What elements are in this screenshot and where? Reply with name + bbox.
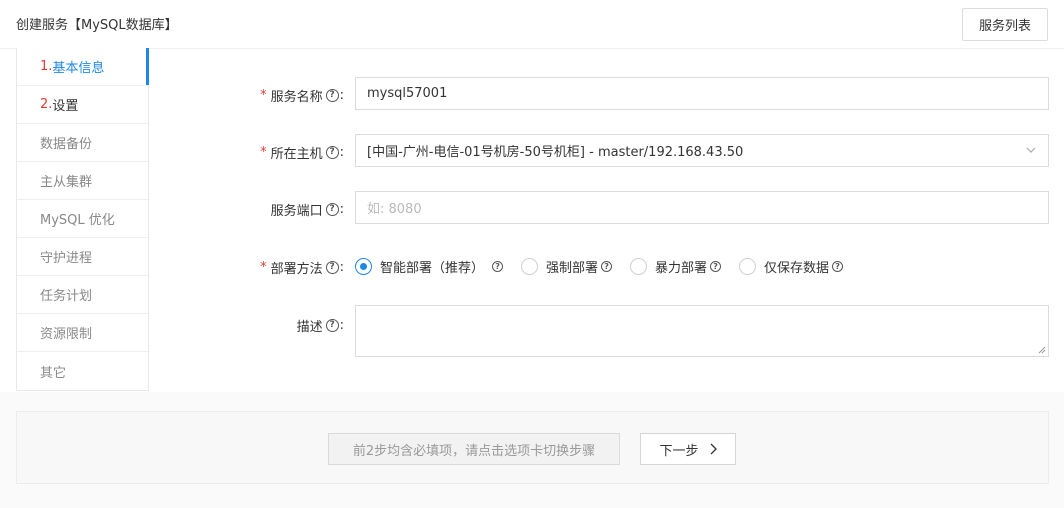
sidebar-item-daemon[interactable]: 守护进程 bbox=[17, 238, 148, 276]
sidebar-item-basic-info[interactable]: 1. 基本信息 bbox=[17, 48, 149, 86]
deploy-option-save-only[interactable]: 仅保存数据 ? bbox=[739, 257, 844, 276]
required-steps-hint-button: 前2步均含必填项，请点击选项卡切换步骤 bbox=[328, 433, 620, 465]
sidebar-item-scheduled-tasks[interactable]: 任务计划 bbox=[17, 276, 148, 314]
chevron-down-icon bbox=[1026, 147, 1036, 153]
description-textarea[interactable] bbox=[355, 305, 1049, 357]
help-icon[interactable]: ? bbox=[325, 88, 339, 102]
service-name-label: * 服务名称 ?: bbox=[260, 87, 344, 105]
service-name-input[interactable]: mysql57001 bbox=[355, 77, 1049, 110]
sidebar-item-label: 数据备份 bbox=[40, 137, 93, 152]
help-icon[interactable]: ? bbox=[832, 261, 844, 272]
service-name-row: * 服务名称 ?: bbox=[250, 85, 350, 105]
required-asterisk: * bbox=[260, 259, 267, 275]
sidebar-item-label: 基本信息 bbox=[52, 61, 105, 76]
chevron-right-icon bbox=[710, 443, 717, 455]
sidebar-item-data-backup[interactable]: 数据备份 bbox=[17, 124, 148, 162]
resize-grip-icon[interactable] bbox=[1038, 346, 1046, 354]
sidebar-item-other[interactable]: 其它 bbox=[17, 352, 148, 390]
port-row: 服务端口 ?: bbox=[250, 199, 350, 219]
radio-button[interactable] bbox=[355, 258, 372, 275]
sidebar-item-resource-limits[interactable]: 资源限制 bbox=[17, 314, 148, 352]
radio-button[interactable] bbox=[630, 258, 648, 275]
help-icon[interactable]: ? bbox=[710, 261, 722, 272]
description-label: 描述 ?: bbox=[296, 317, 344, 335]
help-icon[interactable]: ? bbox=[492, 261, 504, 272]
sidebar-item-mysql-optimization[interactable]: MySQL 优化 bbox=[17, 200, 148, 238]
deploy-row: * 部署方法 ?: bbox=[250, 257, 350, 277]
step-number: 2. bbox=[40, 97, 53, 112]
sidebar-item-label: 资源限制 bbox=[40, 327, 93, 342]
radio-button[interactable] bbox=[521, 258, 539, 275]
sidebar-item-label: MySQL 优化 bbox=[40, 213, 115, 228]
sidebar-item-label: 其它 bbox=[40, 365, 67, 381]
help-icon[interactable]: ? bbox=[325, 318, 339, 332]
required-asterisk: * bbox=[260, 144, 267, 160]
host-row: * 所在主机 ?: bbox=[250, 142, 350, 162]
help-icon[interactable]: ? bbox=[601, 261, 613, 272]
deploy-option-brute[interactable]: 暴力部署 ? bbox=[630, 257, 722, 276]
host-select[interactable]: [中国-广州-电信-01号机房-50号机柜] - master/192.168.… bbox=[355, 134, 1049, 167]
deploy-option-smart[interactable]: 智能部署（推荐） ? bbox=[355, 257, 504, 276]
header-divider bbox=[0, 48, 1064, 49]
description-row: 描述 ?: bbox=[250, 315, 350, 335]
next-step-button[interactable]: 下一步 bbox=[640, 433, 736, 465]
port-label: 服务端口 ?: bbox=[270, 201, 344, 219]
deploy-option-force[interactable]: 强制部署 ? bbox=[521, 257, 613, 276]
sidebar-item-label: 主从集群 bbox=[40, 175, 93, 190]
required-asterisk: * bbox=[260, 87, 267, 103]
service-list-button[interactable]: 服务列表 bbox=[962, 8, 1048, 41]
step-number: 1. bbox=[40, 59, 53, 74]
deploy-radio-group: 智能部署（推荐） ? 强制部署 ? 暴力部署 ? 仅保存数据 ? bbox=[355, 257, 861, 276]
help-icon[interactable]: ? bbox=[325, 202, 339, 216]
port-input[interactable]: 如: 8080 bbox=[355, 191, 1049, 224]
deploy-label: * 部署方法 ?: bbox=[260, 259, 344, 277]
sidebar: 1. 基本信息 2. 设置 数据备份 主从集群 MySQL 优化 守护进程 任务计划… bbox=[16, 48, 149, 391]
host-label: * 所在主机 ?: bbox=[260, 144, 344, 162]
sidebar-item-label: 任务计划 bbox=[40, 289, 93, 304]
sidebar-item-label: 守护进程 bbox=[40, 251, 93, 266]
sidebar-item-label: 设置 bbox=[52, 99, 79, 114]
help-icon[interactable]: ? bbox=[325, 145, 339, 159]
sidebar-item-replication-cluster[interactable]: 主从集群 bbox=[17, 162, 148, 200]
sidebar-item-settings[interactable]: 2. 设置 bbox=[17, 86, 148, 124]
radio-button[interactable] bbox=[739, 258, 757, 275]
page-title: 创建服务【MySQL数据库】 bbox=[16, 18, 178, 33]
help-icon[interactable]: ? bbox=[325, 260, 339, 274]
